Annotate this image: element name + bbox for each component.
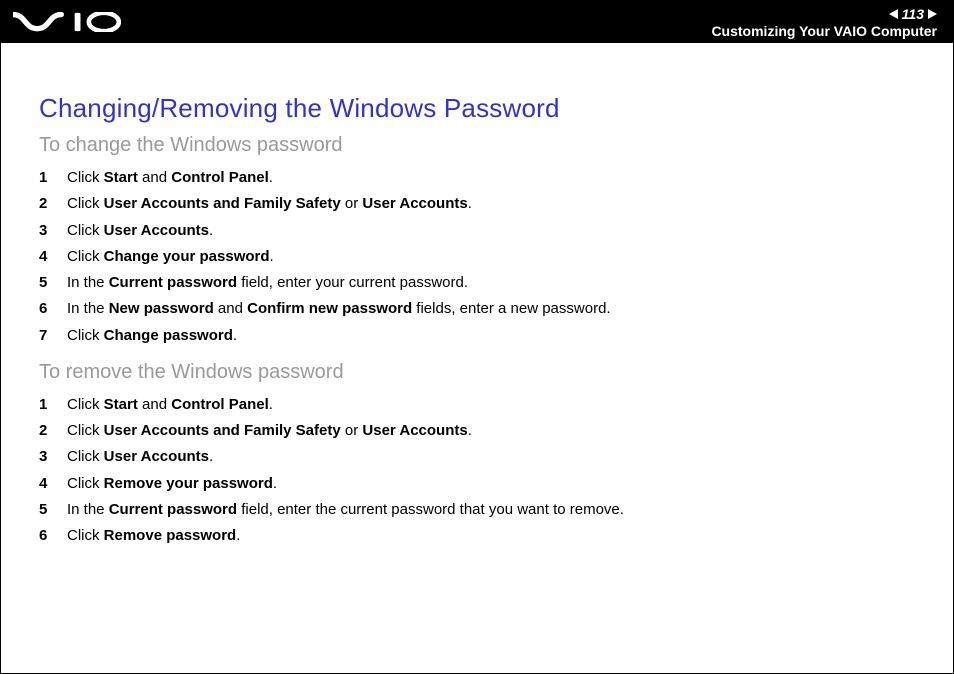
- step-item: 3Click User Accounts.: [39, 218, 923, 244]
- step-text: Click Start and Control Panel.: [67, 165, 273, 191]
- step-text: Click Remove password.: [67, 523, 240, 549]
- step-item: 1Click Start and Control Panel.: [39, 165, 923, 191]
- page-title: Changing/Removing the Windows Password: [39, 93, 923, 124]
- step-item: 6In the New password and Confirm new pas…: [39, 296, 923, 322]
- step-text: Click Change password.: [67, 323, 237, 349]
- step-number: 6: [39, 523, 67, 549]
- step-item: 2Click User Accounts and Family Safety o…: [39, 191, 923, 217]
- step-text: Click Remove your password.: [67, 471, 277, 497]
- step-item: 4Click Remove your password.: [39, 471, 923, 497]
- step-text: Click Start and Control Panel.: [67, 392, 273, 418]
- step-item: 5In the Current password field, enter th…: [39, 497, 923, 523]
- step-number: 4: [39, 244, 67, 270]
- steps-list: 1Click Start and Control Panel.2Click Us…: [39, 392, 923, 550]
- section-title: Customizing Your VAIO Computer: [711, 23, 937, 39]
- content-area: Changing/Removing the Windows Password T…: [1, 43, 953, 581]
- step-text: Click User Accounts.: [67, 218, 213, 244]
- step-number: 6: [39, 296, 67, 322]
- section-heading: To change the Windows password: [39, 134, 923, 157]
- header-right: 113 Customizing Your VAIO Computer: [711, 6, 937, 39]
- section-heading: To remove the Windows password: [39, 361, 923, 384]
- step-item: 7Click Change password.: [39, 323, 923, 349]
- page-number: 113: [902, 6, 924, 22]
- step-item: 4Click Change your password.: [39, 244, 923, 270]
- step-number: 5: [39, 497, 67, 523]
- prev-page-icon[interactable]: [889, 9, 898, 19]
- step-item: 5In the Current password field, enter yo…: [39, 270, 923, 296]
- step-number: 7: [39, 323, 67, 349]
- steps-list: 1Click Start and Control Panel.2Click Us…: [39, 165, 923, 349]
- next-page-icon[interactable]: [928, 9, 937, 19]
- step-text: In the New password and Confirm new pass…: [67, 296, 611, 322]
- step-number: 1: [39, 165, 67, 191]
- step-text: Click User Accounts and Family Safety or…: [67, 191, 472, 217]
- step-text: In the Current password field, enter the…: [67, 497, 624, 523]
- step-text: In the Current password field, enter you…: [67, 270, 468, 296]
- step-item: 2Click User Accounts and Family Safety o…: [39, 418, 923, 444]
- step-number: 2: [39, 418, 67, 444]
- step-item: 6Click Remove password.: [39, 523, 923, 549]
- step-number: 3: [39, 444, 67, 470]
- step-number: 4: [39, 471, 67, 497]
- page-container: 113 Customizing Your VAIO Computer Chang…: [0, 0, 954, 674]
- step-number: 3: [39, 218, 67, 244]
- header-bar: 113 Customizing Your VAIO Computer: [1, 1, 953, 43]
- step-number: 1: [39, 392, 67, 418]
- step-item: 1Click Start and Control Panel.: [39, 392, 923, 418]
- step-number: 2: [39, 191, 67, 217]
- page-navigation: 113: [711, 6, 937, 22]
- step-item: 3Click User Accounts.: [39, 444, 923, 470]
- step-text: Click User Accounts and Family Safety or…: [67, 418, 472, 444]
- step-number: 5: [39, 270, 67, 296]
- step-text: Click Change your password.: [67, 244, 274, 270]
- step-text: Click User Accounts.: [67, 444, 213, 470]
- vaio-logo-icon: [13, 12, 121, 32]
